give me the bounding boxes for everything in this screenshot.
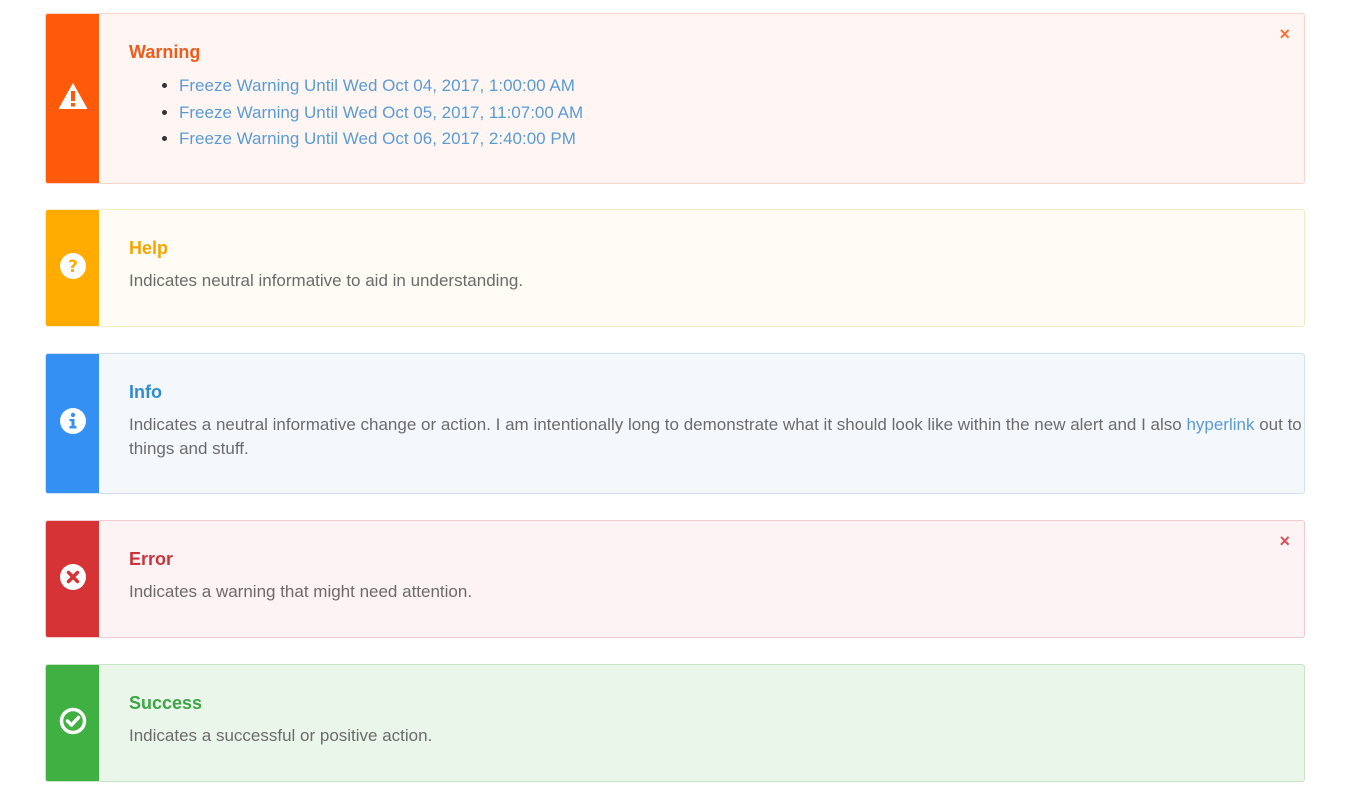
info-alert-text: Indicates a neutral informative change o… [129,413,1304,461]
success-alert-body: Success Indicates a successful or positi… [99,665,1304,781]
warning-alert-sidebar [46,14,99,183]
success-alert-sidebar [46,665,99,781]
warning-alert-title: Warning [129,42,201,62]
svg-text:?: ? [68,257,78,277]
list-item: Freeze Warning Until Wed Oct 06, 2017, 2… [179,126,1304,153]
check-circle-icon [59,707,87,740]
help-alert: ? Help Indicates neutral informative to … [45,209,1305,327]
list-item: Freeze Warning Until Wed Oct 04, 2017, 1… [179,73,1304,100]
success-alert: Success Indicates a successful or positi… [45,664,1305,782]
times-circle-icon [59,563,86,595]
error-alert-title: Error [129,549,174,569]
warning-link[interactable]: Freeze Warning Until Wed Oct 04, 2017, 1… [179,76,575,95]
warning-alert-body: Warning Freeze Warning Until Wed Oct 04,… [99,14,1304,183]
error-alert-text: Indicates a warning that might need atte… [129,582,473,601]
info-circle-icon [59,408,86,439]
success-alert-text: Indicates a successful or positive actio… [129,726,433,745]
close-icon[interactable]: × [1279,24,1290,45]
info-alert-title: Info [129,382,162,402]
info-alert: Info Indicates a neutral informative cha… [45,353,1305,494]
help-alert-title: Help [129,238,169,258]
warning-list: Freeze Warning Until Wed Oct 04, 2017, 1… [129,73,1304,153]
error-alert-body: Error Indicates a warning that might nee… [99,521,1304,637]
info-alert-body: Info Indicates a neutral informative cha… [99,354,1304,493]
info-text-before: Indicates a neutral informative change o… [129,415,1187,434]
help-alert-text: Indicates neutral informative to aid in … [129,271,524,290]
error-alert-sidebar [46,521,99,637]
question-circle-icon: ? [59,252,86,284]
warning-link[interactable]: Freeze Warning Until Wed Oct 05, 2017, 1… [179,103,583,122]
close-icon[interactable]: × [1279,531,1290,552]
error-alert: Error Indicates a warning that might nee… [45,520,1305,638]
info-alert-sidebar [46,354,99,493]
help-alert-sidebar: ? [46,210,99,326]
warning-triangle-icon [58,82,88,115]
help-alert-body: Help Indicates neutral informative to ai… [99,210,1304,326]
hyperlink[interactable]: hyperlink [1186,415,1254,434]
success-alert-title: Success [129,693,203,713]
warning-link[interactable]: Freeze Warning Until Wed Oct 06, 2017, 2… [179,129,576,148]
list-item: Freeze Warning Until Wed Oct 05, 2017, 1… [179,100,1304,127]
warning-alert: Warning Freeze Warning Until Wed Oct 04,… [45,13,1305,184]
